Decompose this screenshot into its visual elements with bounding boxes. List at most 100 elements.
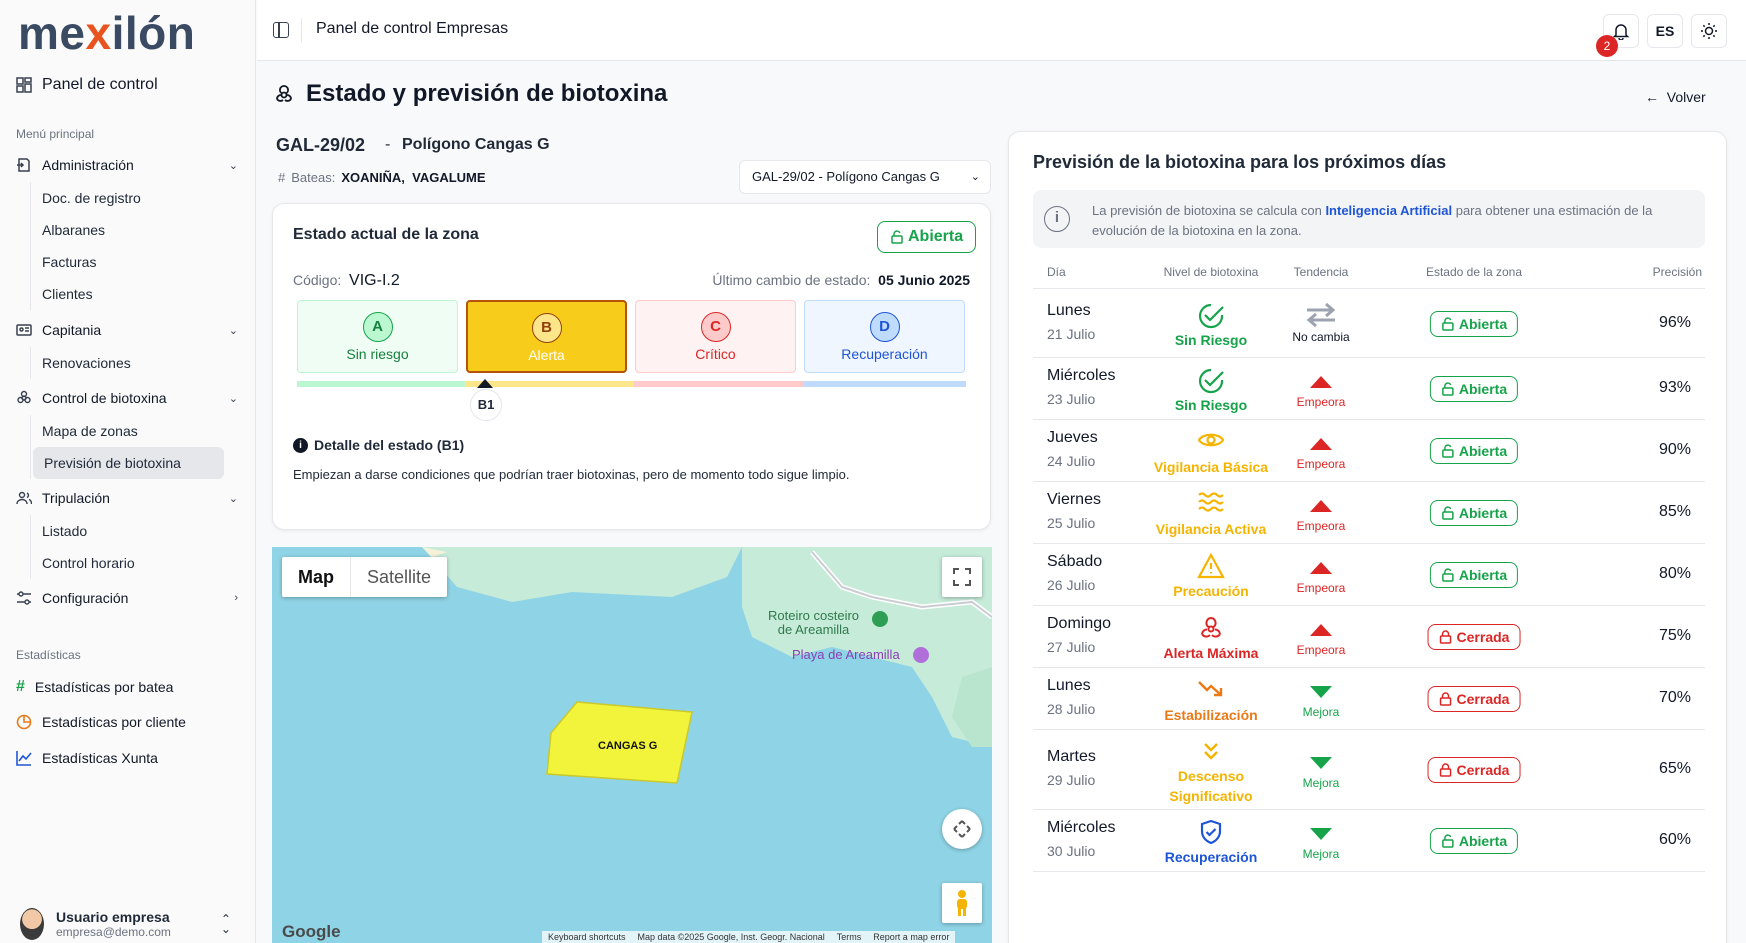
level-a-circle: A — [362, 312, 393, 342]
forecast-level: Sin Riesgo — [1174, 331, 1248, 348]
forecast-level: Descenso Significativo — [1169, 768, 1253, 804]
back-button[interactable]: ← Volver — [1645, 89, 1706, 105]
nav-item-mapa-zonas[interactable]: Mapa de zonas — [31, 415, 226, 447]
forecast-zone-badge: Cerrada — [1427, 686, 1521, 712]
triangle-down-icon — [1310, 686, 1332, 698]
unlock-icon — [891, 230, 903, 244]
forecast-level: Precaución — [1173, 583, 1249, 599]
forecast-row: Lunes 21 Julio Sin Riesgo No cambia Abie… — [1033, 289, 1705, 358]
level-card-a: A Sin riesgo — [297, 300, 458, 373]
level-b-label: Alerta — [528, 347, 565, 363]
col-header-precision: Precisión — [1652, 265, 1702, 279]
nav-group-tripulacion[interactable]: Tripulación ⌄ — [16, 490, 238, 506]
state-code-label: Código: — [293, 272, 342, 288]
nav-item-prevision-biotoxina[interactable]: Previsión de biotoxina — [33, 447, 224, 479]
info-text-pre: La previsión de biotoxina se calcula con — [1092, 203, 1326, 218]
col-header-nivel: Nivel de biotoxina — [1163, 265, 1259, 279]
triangle-up-icon — [1310, 624, 1332, 636]
arrow-left-icon: ← — [1645, 89, 1659, 105]
nav-item-albaranes[interactable]: Albaranes — [31, 214, 226, 246]
forecast-zone-badge: Abierta — [1429, 310, 1519, 337]
ai-link[interactable]: Inteligencia Artificial — [1325, 203, 1452, 218]
map-view[interactable]: Map Satellite Roteiro costeiro de Areami… — [272, 547, 992, 943]
nav-group-capitania[interactable]: Capitania ⌄ — [16, 322, 238, 338]
forecast-row: Miércoles 23 Julio Sin Riesgo Empeora Ab… — [1033, 358, 1705, 420]
forecast-row: Miércoles 30 Julio Recuperación Mejora A… — [1033, 810, 1705, 872]
user-menu[interactable]: Usuario empresa empresa@demo.com ⌃ ⌄ — [20, 908, 231, 940]
keyboard-shortcuts-link[interactable]: Keyboard shortcuts — [548, 931, 626, 943]
brand-logo[interactable]: mexilón — [18, 6, 195, 60]
nav-item-clientes[interactable]: Clientes — [31, 278, 226, 310]
nav-group-administracion[interactable]: Administración ⌄ — [16, 157, 238, 173]
nav-item-doc-registro[interactable]: Doc. de registro — [31, 182, 226, 214]
stats-section-label: Estadísticas — [16, 648, 81, 662]
forecast-zone-badge: Abierta — [1429, 562, 1519, 588]
hash-icon: # — [278, 170, 286, 185]
forecast-trend: Mejora — [1302, 847, 1340, 861]
forecast-level: Vigilancia Básica — [1153, 459, 1269, 475]
forecast-day: Lunes — [1047, 677, 1091, 694]
theme-toggle-button[interactable] — [1691, 14, 1727, 48]
terms-link[interactable]: Terms — [837, 931, 862, 943]
google-logo[interactable]: Google — [282, 922, 341, 942]
nav-item-facturas[interactable]: Facturas — [31, 246, 226, 278]
nav-group-biotoxina[interactable]: Control de biotoxina ⌄ — [16, 390, 238, 406]
unlock-icon — [1442, 506, 1454, 520]
user-name: Usuario empresa — [56, 909, 170, 925]
nav-item-renovaciones[interactable]: Renovaciones — [31, 347, 226, 379]
nav-stats-xunta[interactable]: Estadísticas Xunta — [16, 750, 158, 766]
map-poi-playa[interactable]: Playa de Areamilla — [792, 647, 900, 662]
unlock-icon — [1442, 568, 1454, 582]
col-header-dia: Día — [1047, 265, 1066, 279]
chevron-down-icon: ⌄ — [228, 324, 238, 337]
sidebar-toggle-icon[interactable] — [273, 22, 289, 38]
level-bar-a — [297, 381, 465, 387]
nav-group-configuracion[interactable]: Configuración › — [16, 590, 238, 606]
forecast-precision: 96% — [1658, 313, 1691, 331]
forecast-zone-badge: Abierta — [1429, 828, 1519, 854]
street-view-button[interactable] — [942, 883, 982, 923]
map-tab-satellite[interactable]: Satellite — [350, 557, 447, 597]
forecast-zone-text: Abierta — [1458, 567, 1508, 583]
biohazard-icon — [16, 390, 32, 406]
map-poi-roteiro[interactable]: Roteiro costeiro de Areamilla — [768, 609, 859, 637]
map-data-credit: Map data ©2025 Google, Inst. Geogr. Naci… — [637, 932, 825, 942]
zone-select-value: GAL-29/02 - Polígono Cangas G — [752, 169, 940, 184]
forecast-date: 23 Julio — [1047, 391, 1096, 407]
forecast-zone-text: Cerrada — [1456, 629, 1510, 645]
nav-stats-label: Estadísticas por cliente — [42, 714, 186, 730]
forecast-precision: 75% — [1658, 627, 1691, 644]
bateas-values: XOANIÑA, VAGALUME — [341, 170, 486, 185]
last-change-label: Último cambio de estado: — [712, 272, 871, 288]
level-marker-pointer — [477, 379, 493, 388]
nav-dashboard[interactable]: Panel de control — [16, 76, 158, 94]
sun-icon — [1701, 23, 1717, 39]
language-button[interactable]: ES — [1647, 14, 1683, 48]
zone-code: GAL-29/02 — [276, 135, 366, 155]
forecast-date: 30 Julio — [1047, 843, 1096, 859]
chevron-right-icon: › — [234, 592, 238, 604]
map-pan-button[interactable] — [942, 809, 982, 849]
forecast-row: Martes 29 Julio Descenso Significativo M… — [1033, 730, 1705, 810]
report-error-link[interactable]: Report a map error — [873, 931, 949, 943]
bateas-line: # Bateas: XOANIÑA, VAGALUME — [278, 170, 486, 185]
nav-item-listado[interactable]: Listado — [31, 515, 226, 547]
map-footer: Keyboard shortcuts Map data ©2025 Google… — [542, 931, 956, 943]
nav-item-control-horario[interactable]: Control horario — [31, 547, 226, 579]
forecast-precision: 60% — [1658, 831, 1691, 848]
fullscreen-button[interactable] — [942, 557, 982, 597]
nav-stats-batea[interactable]: # Estadísticas por batea — [16, 678, 173, 696]
forecast-level: Estabilización — [1164, 707, 1258, 723]
zone-state-card: Estado actual de la zona Abierta Código:… — [272, 203, 991, 530]
dashboard-icon — [16, 77, 32, 93]
camera-icon[interactable] — [913, 647, 929, 663]
info-icon: i — [293, 437, 308, 453]
fullscreen-icon — [953, 568, 971, 586]
hiking-icon[interactable] — [872, 611, 888, 627]
forecast-row: Viernes 25 Julio Vigilancia Activa Empeo… — [1033, 482, 1705, 544]
forecast-precision: 93% — [1658, 379, 1691, 396]
nav-stats-cliente[interactable]: Estadísticas por cliente — [16, 714, 186, 730]
forecast-trend: Empeora — [1296, 643, 1346, 657]
zone-select[interactable]: GAL-29/02 - Polígono Cangas G ⌄ — [739, 160, 991, 194]
map-tab-map[interactable]: Map — [282, 557, 350, 597]
